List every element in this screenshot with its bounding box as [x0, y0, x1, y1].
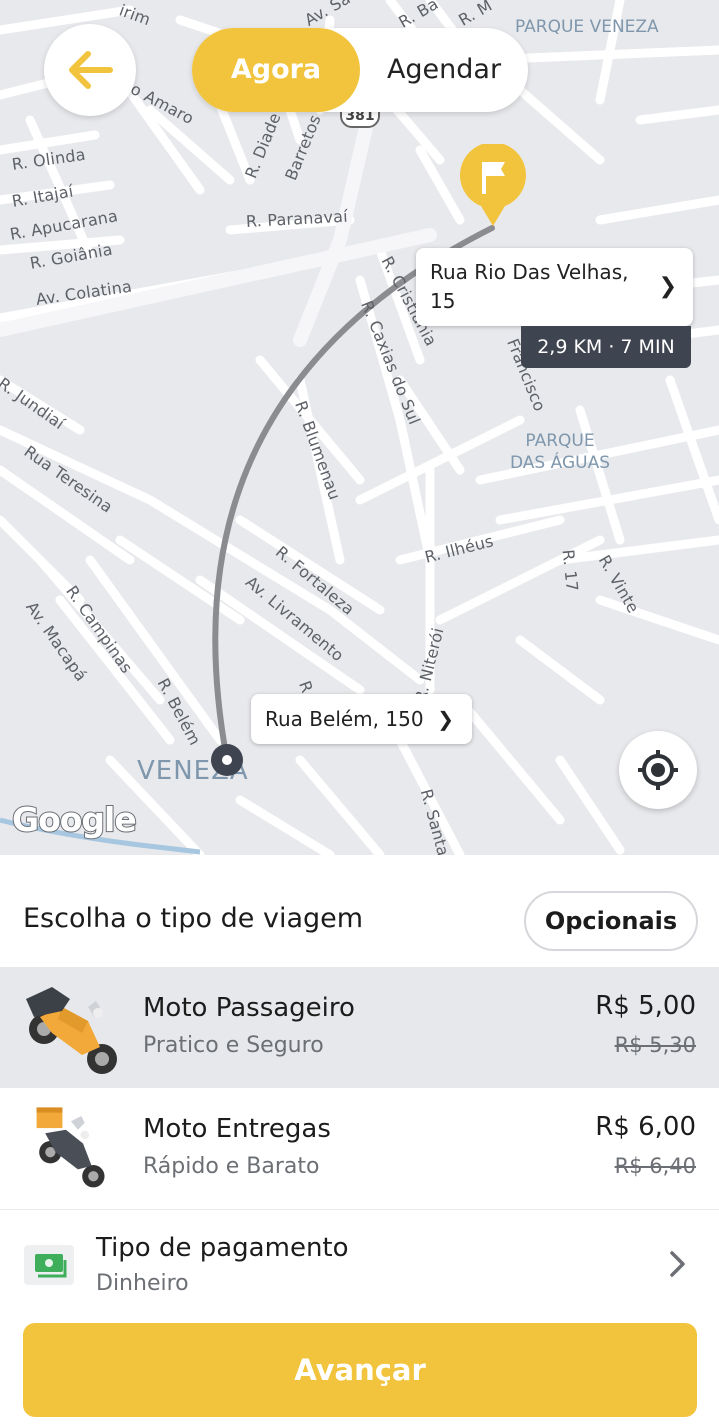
arrow-left-icon: [69, 51, 113, 89]
delivery-motorcycle-icon: [36, 1107, 105, 1188]
cash-icon: [24, 1245, 74, 1285]
my-location-button[interactable]: [619, 731, 697, 809]
tab-schedule[interactable]: Agendar: [360, 28, 528, 112]
payment-type-row[interactable]: Tipo de pagamento Dinheiro: [0, 1211, 719, 1315]
chevron-right-icon: [670, 1251, 685, 1277]
ride-subtitle: Rápido e Barato: [143, 1154, 320, 1179]
tab-now[interactable]: Agora: [192, 28, 360, 112]
advance-button[interactable]: Avançar: [23, 1323, 697, 1417]
ride-old-price: R$ 5,30: [614, 1033, 696, 1057]
ride-subtitle: Pratico e Seguro: [143, 1033, 324, 1058]
origin-marker-icon: [211, 744, 243, 776]
destination-flag-icon: [460, 144, 526, 226]
map-view[interactable]: irim Av. Sa R. Ba R. M o Amaro R. Diade …: [0, 0, 719, 855]
area-label-parque-das-aguas: PARQUE DAS ÁGUAS: [510, 431, 610, 473]
ride-option-moto-passageiro[interactable]: Moto Passageiro Pratico e Seguro R$ 5,00…: [0, 967, 719, 1088]
origin-address-card[interactable]: Rua Belém, 150 ❯: [251, 694, 472, 744]
trip-mode-toggle: Agora Agendar: [192, 28, 528, 112]
ride-name: Moto Passageiro: [143, 993, 355, 1023]
payment-title: Tipo de pagamento: [96, 1233, 349, 1263]
destination-address: Rua Rio Das Velhas, 15: [430, 260, 629, 313]
crosshair-icon: [638, 750, 678, 790]
ride-old-price: R$ 6,40: [614, 1154, 696, 1178]
google-logo: Google: [11, 799, 138, 840]
area-label-parque-veneza: PARQUE VENEZA: [515, 17, 659, 37]
ride-price: R$ 5,00: [595, 991, 696, 1021]
motorcycle-icon: [26, 987, 117, 1074]
trip-type-sheet: Escolha o tipo de viagem Opcionais Moto …: [0, 855, 719, 1425]
ride-price: R$ 6,00: [595, 1112, 696, 1142]
ride-name: Moto Entregas: [143, 1114, 331, 1144]
optionals-button[interactable]: Opcionais: [524, 891, 698, 951]
divider: [0, 1209, 719, 1210]
chevron-right-icon: ❯: [658, 274, 677, 299]
destination-address-card[interactable]: Rua Rio Das Velhas, 15 ❯: [416, 248, 693, 326]
chevron-right-icon: ❯: [437, 707, 454, 731]
route-distance-time: 2,9 KM · 7 MIN: [521, 326, 691, 368]
origin-address: Rua Belém, 150: [265, 707, 424, 731]
payment-value: Dinheiro: [96, 1271, 189, 1296]
back-button[interactable]: [44, 24, 136, 116]
sheet-title: Escolha o tipo de viagem: [23, 903, 364, 934]
ride-option-moto-entregas[interactable]: Moto Entregas Rápido e Barato R$ 6,00 R$…: [0, 1088, 719, 1209]
